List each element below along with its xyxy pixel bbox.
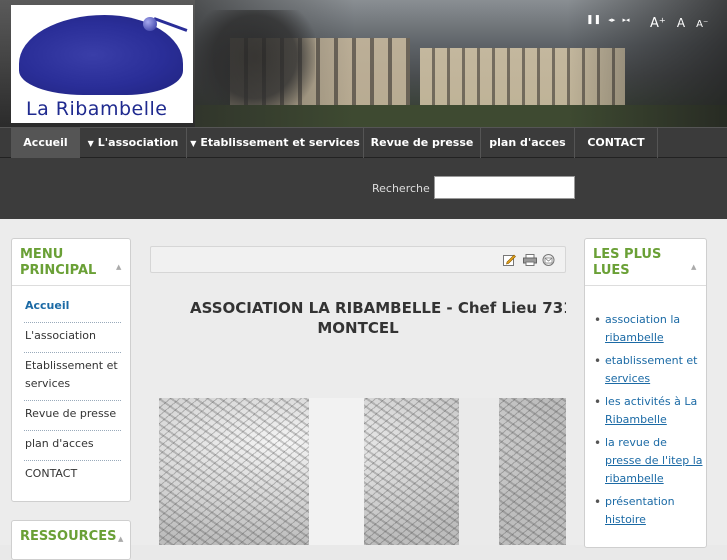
nav-item-revue-de-presse[interactable]: Revue de presse bbox=[364, 128, 481, 158]
popular-link-etablissement[interactable]: etablissement et services bbox=[594, 352, 704, 388]
search-input[interactable] bbox=[434, 176, 575, 199]
link-text: la revue de bbox=[605, 436, 667, 449]
link-text: ribambelle bbox=[605, 472, 664, 485]
edit-icon[interactable] bbox=[503, 254, 516, 266]
main-menu-panel: MENU PRINCIPAL ▲ Accueil L'association E… bbox=[11, 238, 131, 502]
menu-item-etablissement[interactable]: Etablissement et services bbox=[24, 353, 121, 401]
menu-item-accueil[interactable]: Accueil bbox=[24, 293, 121, 323]
nav-item-plan-d-acces[interactable]: plan d'acces bbox=[481, 128, 575, 158]
most-read-list: association la ribambelle etablissement … bbox=[594, 311, 704, 534]
nav-item-label: Etablissement et services bbox=[200, 136, 360, 149]
next-icon[interactable]: ▸◂ bbox=[623, 16, 630, 24]
collapse-icon[interactable]: ▲ bbox=[691, 263, 696, 271]
link-text: Ribambelle bbox=[605, 413, 667, 426]
link-text: histoire bbox=[605, 513, 646, 526]
logo-ball bbox=[143, 17, 157, 31]
logo-text: La Ribambelle bbox=[26, 98, 168, 120]
search-label: Recherche bbox=[372, 182, 430, 195]
email-icon[interactable] bbox=[542, 254, 555, 266]
main-menu-list: Accueil L'association Etablissement et s… bbox=[24, 293, 121, 490]
popular-link-presentation[interactable]: présentation histoire bbox=[594, 493, 704, 529]
resources-title: RESSOURCES bbox=[20, 529, 117, 544]
font-decrease-button[interactable]: A⁻ bbox=[696, 19, 708, 30]
nav-item-etablissement[interactable]: ▼ Etablissement et services bbox=[187, 128, 364, 158]
collapse-icon[interactable]: ▲ bbox=[118, 535, 123, 543]
menu-item-contact[interactable]: CONTACT bbox=[24, 461, 121, 490]
header-banner-photo bbox=[195, 0, 727, 127]
menu-item-association[interactable]: L'association bbox=[24, 323, 121, 353]
logo-shape bbox=[19, 15, 183, 95]
main-menu-title-line: MENU bbox=[20, 247, 64, 262]
caret-down-icon: ▼ bbox=[190, 139, 197, 148]
article-title: ASSOCIATION LA RIBAMBELLE - Chef Lieu 73… bbox=[150, 298, 566, 338]
link-text: association la bbox=[605, 313, 681, 326]
main-navigation: Accueil ▼ L'association ▼ Etablissement et… bbox=[0, 127, 727, 158]
popular-link-association[interactable]: association la ribambelle bbox=[594, 311, 704, 347]
article-image-trees bbox=[159, 398, 566, 545]
link-text: présentation bbox=[605, 495, 675, 508]
search-band: Recherche bbox=[0, 158, 727, 219]
most-read-title-line: LUES bbox=[593, 263, 630, 278]
main-menu-title: MENU PRINCIPAL bbox=[20, 247, 96, 279]
nav-item-label: L'association bbox=[97, 136, 179, 149]
slideshow-controls: ❚❚ ◂▸ ▸◂ bbox=[586, 14, 634, 25]
link-text: presse de l'itep la bbox=[605, 454, 703, 467]
pause-icon[interactable]: ❚❚ bbox=[586, 15, 601, 25]
menu-item-plan-d-acces[interactable]: plan d'acces bbox=[24, 431, 121, 461]
site-logo[interactable]: La Ribambelle bbox=[11, 5, 193, 123]
nav-item-association[interactable]: ▼ L'association bbox=[80, 128, 187, 158]
caret-down-icon: ▼ bbox=[87, 139, 94, 148]
link-text: ribambelle bbox=[605, 331, 664, 344]
link-text: etablissement et bbox=[605, 354, 698, 367]
menu-item-revue-de-presse[interactable]: Revue de presse bbox=[24, 401, 121, 431]
font-reset-button[interactable]: A bbox=[677, 16, 685, 30]
article-toolbar bbox=[150, 246, 566, 273]
main-menu-title-line: PRINCIPAL bbox=[20, 263, 97, 278]
link-text: services bbox=[605, 372, 651, 385]
font-increase-button[interactable]: A⁺ bbox=[650, 16, 666, 31]
article-title-line: ASSOCIATION LA RIBAMBELLE - Chef Lieu 73… bbox=[190, 299, 566, 317]
print-icon[interactable] bbox=[523, 254, 537, 266]
popular-link-activites[interactable]: les activités à La Ribambelle bbox=[594, 393, 704, 429]
collapse-icon[interactable]: ▲ bbox=[116, 263, 121, 271]
nav-item-label: Accueil bbox=[23, 136, 68, 149]
previous-icon[interactable]: ◂▸ bbox=[608, 16, 615, 24]
font-size-controls: A⁺ A A⁻ bbox=[650, 12, 714, 31]
site-header: La Ribambelle ❚❚ ◂▸ ▸◂ A⁺ A A⁻ bbox=[0, 0, 727, 127]
nav-item-contact[interactable]: CONTACT bbox=[575, 128, 658, 158]
nav-item-accueil[interactable]: Accueil bbox=[11, 128, 80, 158]
popular-link-revue-de-presse[interactable]: la revue de presse de l'itep la ribambel… bbox=[594, 434, 704, 488]
link-text: les activités à La bbox=[605, 395, 698, 408]
most-read-panel: LES PLUS LUES ▲ association la ribambell… bbox=[584, 238, 707, 548]
most-read-title-line: LES PLUS bbox=[593, 247, 662, 262]
resources-panel: RESSOURCES ▲ bbox=[11, 520, 131, 560]
most-read-title: LES PLUS LUES bbox=[593, 247, 661, 279]
nav-item-label: plan d'acces bbox=[489, 136, 566, 149]
nav-item-label: Revue de presse bbox=[370, 136, 474, 149]
article-title-line: MONTCEL bbox=[317, 319, 399, 337]
nav-item-label: CONTACT bbox=[587, 136, 645, 149]
